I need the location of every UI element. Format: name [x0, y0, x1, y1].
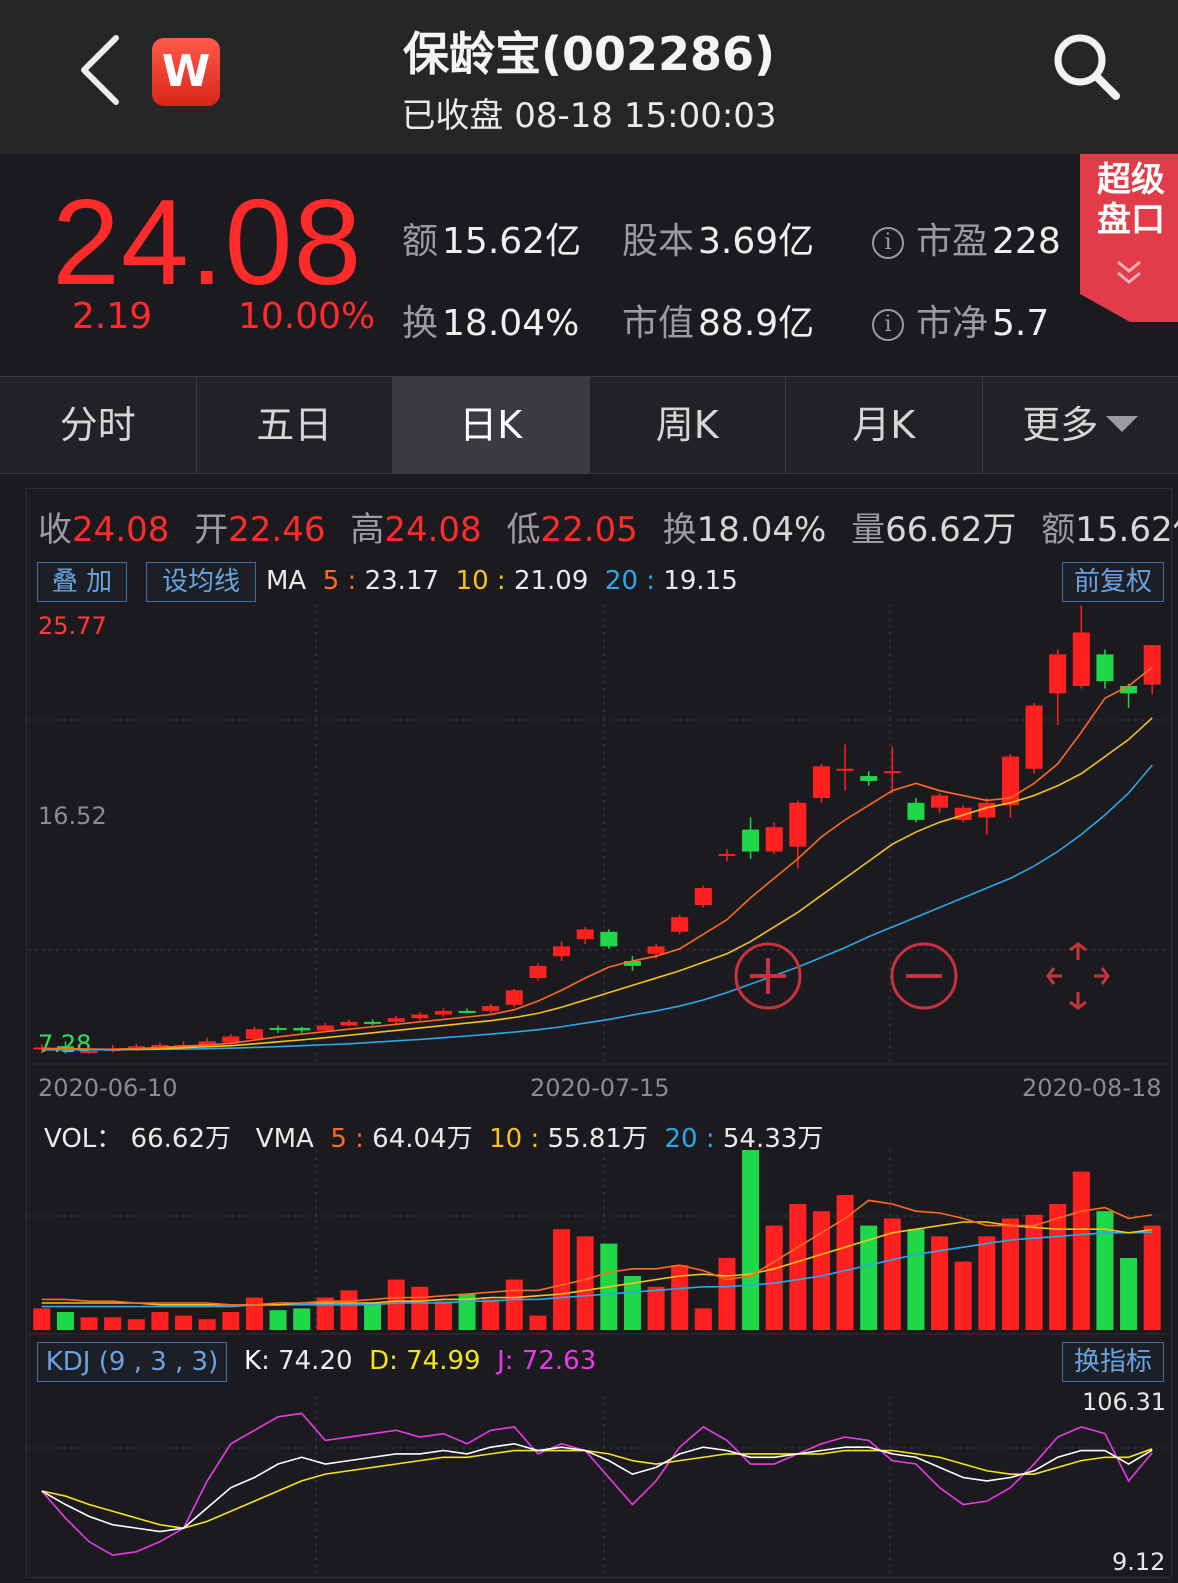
- info-icon[interactable]: i: [872, 309, 904, 341]
- tab-label: 分时: [59, 403, 136, 447]
- tab-intraday[interactable]: 分时: [0, 377, 197, 473]
- double-chevron-down-icon: [1117, 260, 1141, 284]
- quote-panel: 24.08 2.19 10.00% 额 15.62亿 股本 3.69亿 i 市盈 228…: [0, 154, 1178, 376]
- stat-market-cap: 市值 88.9亿: [622, 303, 815, 344]
- switch-indicator-button[interactable]: 换指标: [1062, 1342, 1164, 1382]
- caret-down-icon: [1106, 416, 1139, 432]
- tab-label: 日K: [459, 403, 523, 447]
- tab-label: 五日: [256, 403, 333, 447]
- price-change-percent: 10.00%: [238, 296, 376, 337]
- tab-label: 月K: [852, 403, 916, 447]
- tab-label: 更多: [1022, 403, 1099, 447]
- stat-turnover: 换 18.04%: [402, 303, 580, 344]
- price-change: 2.19: [72, 296, 153, 337]
- tab-more[interactable]: 更多: [983, 377, 1178, 473]
- stat-pb[interactable]: i 市净 5.7: [872, 294, 1049, 346]
- tab-label: 周K: [655, 403, 719, 447]
- tab-five-day[interactable]: 五日: [197, 377, 393, 473]
- price-axis-min: 7.28: [38, 1030, 92, 1058]
- period-tabs: 分时 五日 日K 周K 月K 更多: [0, 376, 1178, 474]
- kdj-indicator-label[interactable]: KDJ (9 , 3 , 3): [37, 1342, 227, 1382]
- ma-settings-button[interactable]: 设均线: [146, 562, 256, 602]
- chart-frame: [26, 488, 1172, 1578]
- tab-monthly-k[interactable]: 月K: [786, 377, 983, 473]
- date-label-mid: 2020-07-15: [530, 1074, 670, 1102]
- kdj-axis-max: 106.31: [1082, 1388, 1166, 1416]
- ohlc-summary: 收24.08 开22.46 高24.08 低22.05 换18.04% 量66.…: [38, 510, 1178, 550]
- info-icon[interactable]: i: [872, 227, 904, 259]
- price-adjust-button[interactable]: 前复权: [1062, 562, 1164, 602]
- ma-legend: MA 5 : 23.17 10 : 21.09 20 : 19.15: [266, 566, 738, 596]
- search-icon[interactable]: [1050, 30, 1126, 106]
- stat-pe[interactable]: i 市盈 228: [872, 212, 1061, 264]
- date-label-end: 2020-08-18: [1022, 1074, 1162, 1102]
- overlay-button[interactable]: 叠 加: [37, 562, 127, 602]
- super-order-book-button[interactable]: 超级盘口: [1080, 154, 1178, 322]
- page-title: 保龄宝(002286): [402, 27, 776, 81]
- stat-amount: 额 15.62亿: [402, 221, 582, 262]
- price-axis-max: 25.77: [38, 612, 107, 640]
- last-price: 24.08: [52, 174, 363, 310]
- tab-weekly-k[interactable]: 周K: [590, 377, 786, 473]
- kdj-axis-min: 9.12: [1112, 1548, 1166, 1576]
- price-axis-mid: 16.52: [38, 802, 107, 830]
- kdj-legend: K: 74.20 D: 74.99 J: 72.63: [244, 1346, 597, 1376]
- date-label-start: 2020-06-10: [38, 1074, 178, 1102]
- volume-legend: VOL： 66.62万 VMA 5 : 64.04万 10 : 55.81万 2…: [44, 1124, 824, 1154]
- tab-daily-k[interactable]: 日K: [393, 377, 590, 473]
- app-header: W 保龄宝(002286) 已收盘 08-18 15:00:03: [0, 0, 1178, 154]
- stat-share-capital: 股本 3.69亿: [622, 221, 815, 262]
- super-panel-label: 超级盘口: [1097, 160, 1165, 240]
- market-status: 已收盘 08-18 15:00:03: [401, 96, 777, 136]
